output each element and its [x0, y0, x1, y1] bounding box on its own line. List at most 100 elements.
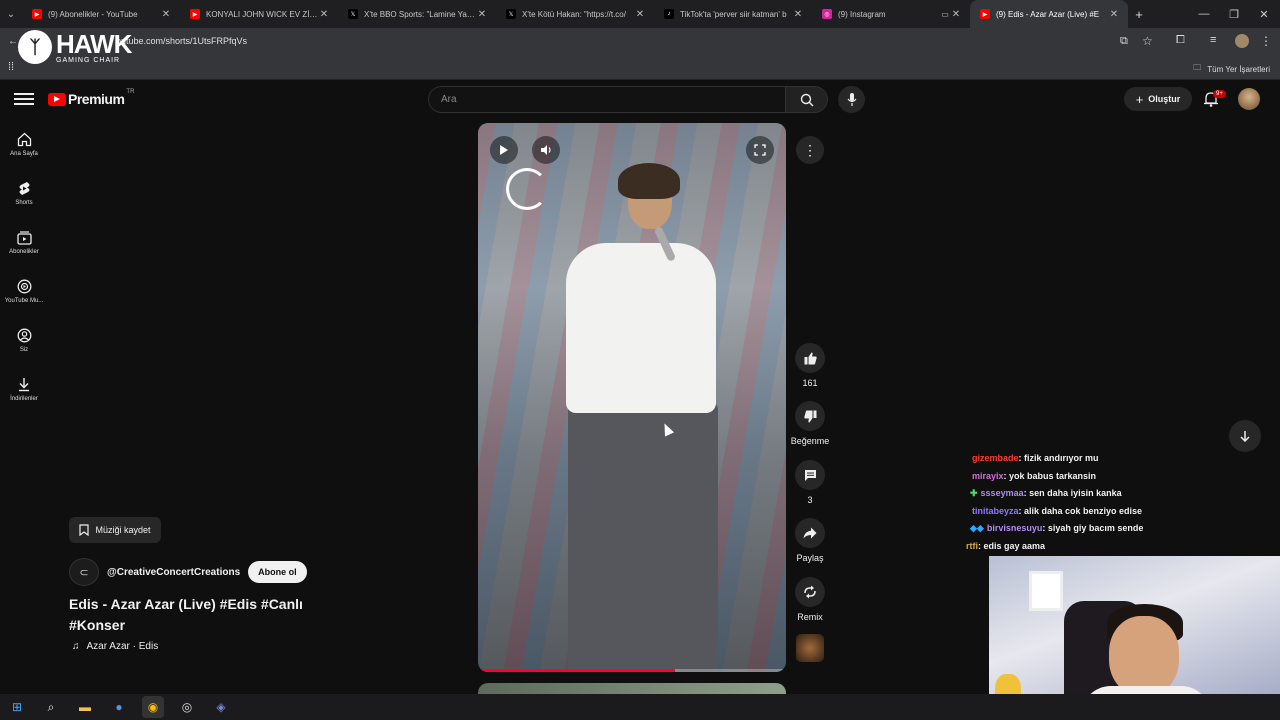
- url-field[interactable]: outube.com/shorts/1UtsFRPfqVs: [116, 36, 247, 46]
- share-button[interactable]: [795, 518, 825, 548]
- remix-action[interactable]: Remix: [790, 577, 830, 622]
- remix-button[interactable]: [795, 577, 825, 607]
- tab-title: X'te Kötü Hakan: "https://t.co/: [522, 9, 626, 19]
- you-icon: [17, 328, 31, 343]
- premium-label: Premium: [68, 91, 125, 107]
- fullscreen-button[interactable]: [746, 136, 774, 164]
- music-icon: [17, 279, 31, 294]
- sidebar-item-label: İndirilenler: [10, 396, 38, 402]
- like-button[interactable]: [795, 343, 825, 373]
- bookmark-icon: [79, 524, 90, 536]
- close-tab-icon[interactable]: ✕: [634, 9, 646, 20]
- windows-start-icon[interactable]: ⊞: [6, 696, 28, 718]
- more-options-button[interactable]: ⋮: [796, 136, 824, 164]
- mute-button[interactable]: [532, 136, 560, 164]
- performer-hair: [618, 163, 680, 199]
- search-input[interactable]: Ara: [428, 86, 786, 113]
- thumbs-up-icon: [804, 352, 817, 364]
- channel-name[interactable]: @CreativeConcertCreations: [107, 567, 240, 578]
- subscribe-button[interactable]: Abone ol: [248, 561, 307, 583]
- avatar[interactable]: [1238, 88, 1260, 110]
- voice-search-button[interactable]: [838, 86, 865, 113]
- browser-tab[interactable]: 𝕏 X'te BBO Sports: "Lamine Yama ✕: [338, 0, 496, 28]
- youtube-premium-logo[interactable]: Premium TR: [48, 89, 134, 107]
- next-video-button[interactable]: [1229, 420, 1261, 452]
- browser-tab[interactable]: ♪ TikTok'ta 'perver siir katman' b ✕: [654, 0, 812, 28]
- chat-message: gizembade: fizik andırıyor mu: [966, 450, 1216, 468]
- search-taskbar-icon[interactable]: ⌕: [40, 696, 62, 718]
- back-icon[interactable]: ←: [8, 36, 18, 47]
- media-control-icon[interactable]: ≡: [1210, 34, 1216, 46]
- browser-tab[interactable]: ▶ (9) Edis - Azar Azar (Live) #E ✕: [970, 0, 1128, 28]
- sidebar-item-shorts[interactable]: Shorts: [0, 169, 48, 218]
- close-tab-icon[interactable]: ✕: [476, 9, 488, 20]
- hamburger-menu-icon[interactable]: [14, 90, 34, 110]
- x-icon: 𝕏: [348, 9, 358, 19]
- bookmark-star-icon[interactable]: ☆: [1142, 34, 1153, 48]
- close-tab-icon[interactable]: ✕: [160, 9, 172, 20]
- apps-grid-icon[interactable]: ⁞⁞: [8, 61, 14, 73]
- dislike-button[interactable]: [795, 401, 825, 431]
- close-window-button[interactable]: ✕: [1250, 0, 1278, 28]
- tab-title: KONYALI JOHN WICK EV ZİYARE: [206, 9, 318, 19]
- home-icon: [17, 132, 31, 147]
- share-icon: [803, 527, 817, 539]
- browser-tab[interactable]: 𝕏 X'te Kötü Hakan: "https://t.co/ ✕: [496, 0, 654, 28]
- shorts-video-player[interactable]: [478, 123, 786, 672]
- video-title: Edis - Azar Azar (Live) #Edis #Canlı #Ko…: [69, 596, 303, 633]
- address-bar: ← outube.com/shorts/1UtsFRPfqVs ⧉ ☆ ⧠ ≡ …: [0, 28, 1280, 56]
- cast-icon[interactable]: ▭: [938, 0, 952, 28]
- plus-icon: +: [1135, 91, 1144, 107]
- fullscreen-icon: [754, 144, 766, 156]
- video-progress-bar[interactable]: [478, 669, 786, 672]
- channel-avatar[interactable]: ⊂: [69, 558, 99, 586]
- like-action[interactable]: 161: [790, 343, 830, 388]
- profile-icon[interactable]: [1235, 34, 1249, 48]
- discord-icon[interactable]: ◈: [210, 696, 232, 718]
- all-bookmarks[interactable]: 🗀 Tüm Yer İşaretleri: [1193, 62, 1270, 76]
- obs-icon[interactable]: ◎: [176, 696, 198, 718]
- remix-label: Remix: [797, 612, 823, 622]
- tab-title: (9) Edis - Azar Azar (Live) #E: [996, 9, 1100, 19]
- chat-message: ✚ ssseymaa: sen daha iyisin kanka: [966, 485, 1216, 503]
- app-icon[interactable]: ●: [108, 696, 130, 718]
- tab-search-chevron-icon[interactable]: ⌄: [0, 0, 22, 28]
- close-tab-icon[interactable]: ✕: [318, 9, 330, 20]
- sidebar-item-subscriptions[interactable]: Abonelikler: [0, 218, 48, 267]
- comments-button[interactable]: [795, 460, 825, 490]
- play-button[interactable]: [490, 136, 518, 164]
- extensions-icon[interactable]: ⧠: [1176, 34, 1185, 47]
- sidebar-item-youtube-music[interactable]: YouTube Mu...: [0, 267, 48, 316]
- save-music-button[interactable]: Müziği kaydet: [69, 517, 161, 543]
- instagram-icon: ◎: [822, 9, 832, 19]
- song-link[interactable]: ♫ Azar Azar · Edis: [72, 641, 158, 652]
- tiktok-icon: ♪: [664, 9, 674, 19]
- search-button[interactable]: [786, 86, 828, 113]
- thumbs-down-icon: [803, 410, 816, 422]
- new-tab-button[interactable]: +: [1128, 0, 1150, 28]
- browser-menu-icon[interactable]: ⋮: [1260, 34, 1272, 48]
- maximize-button[interactable]: ❐: [1220, 0, 1248, 28]
- file-explorer-icon[interactable]: ▬: [74, 696, 96, 718]
- sidebar-item-you[interactable]: Siz: [0, 316, 48, 365]
- close-tab-icon[interactable]: ✕: [792, 9, 804, 20]
- minimize-button[interactable]: —: [1190, 0, 1218, 28]
- chat-text: : alik daha cok benziyo edise: [1018, 505, 1143, 516]
- browser-tab[interactable]: ▶ (9) Abonelikler - YouTube ✕: [22, 0, 180, 28]
- share-action[interactable]: Paylaş: [790, 518, 830, 563]
- tab-title: (9) Instagram: [838, 9, 886, 19]
- chrome-icon[interactable]: ◉: [142, 696, 164, 718]
- create-button[interactable]: + Oluştur: [1124, 87, 1192, 111]
- comments-action[interactable]: 3: [790, 460, 830, 505]
- install-app-icon[interactable]: ⧉: [1120, 35, 1128, 48]
- dislike-action[interactable]: Beğenme: [790, 401, 830, 446]
- chat-text: : siyah giy bacım sende: [1042, 523, 1144, 534]
- channel-watermark-logo: [506, 168, 548, 210]
- sidebar-item-home[interactable]: Ana Sayfa: [0, 120, 48, 169]
- sidebar-item-downloads[interactable]: İndirilenler: [0, 365, 48, 414]
- browser-tab[interactable]: ▶ KONYALI JOHN WICK EV ZİYARE✕: [180, 0, 338, 28]
- chat-message: tinitabeyza: alik daha cok benziyo edise: [966, 503, 1216, 521]
- chat-message: rtfi: edis gay aama: [966, 538, 1216, 556]
- sound-thumbnail[interactable]: [796, 634, 824, 662]
- close-tab-icon[interactable]: ✕: [1108, 9, 1120, 20]
